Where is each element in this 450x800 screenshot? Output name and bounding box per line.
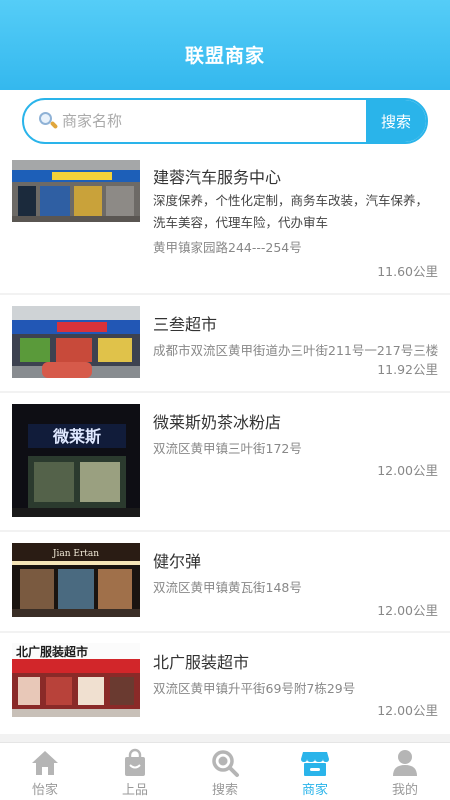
- search-box: 搜索: [22, 98, 428, 144]
- merchant-item[interactable]: Jian Ertan 健尔弹 双流区黄甲镇黄瓦街148号 12.00公里: [0, 532, 450, 631]
- person-icon: [393, 750, 417, 776]
- bottom-tab-bar: 怡家 上品 搜索 商家 我的: [0, 742, 450, 800]
- merchant-address: 双流区黄甲镇升平街69号附7栋29号: [153, 681, 356, 696]
- search-input[interactable]: [62, 112, 342, 130]
- merchant-photo: [12, 160, 140, 222]
- tab-label: 上品: [121, 783, 148, 798]
- tab-home[interactable]: 怡家: [0, 743, 90, 800]
- merchant-distance: 11.60公里: [377, 264, 438, 279]
- merchant-item[interactable]: 北广服装超市 北广服装超市 双流区黄甲镇升平街69号附7栋29号 12.00公里: [0, 633, 450, 734]
- search-bar: 搜索: [0, 90, 450, 152]
- merchant-item[interactable]: 微莱斯 微莱斯奶茶冰粉店 双流区黄甲镇三叶街172号 12.00公里: [0, 393, 450, 530]
- store-sign-text: 北广服装超市: [16, 644, 88, 659]
- magnifier-icon: [38, 111, 59, 131]
- merchant-address: 成都市双流区黄甲街道办三叶街211号一217号三楼: [153, 343, 439, 358]
- merchant-photo: 北广服装超市: [12, 643, 140, 717]
- merchant-name: 北广服装超市: [153, 653, 250, 672]
- tab-search[interactable]: 搜索: [180, 743, 270, 800]
- home-icon: [32, 751, 58, 775]
- search-input-area[interactable]: [24, 100, 366, 142]
- merchant-name: 微莱斯奶茶冰粉店: [153, 413, 282, 432]
- merchant-item[interactable]: 三叁超市 成都市双流区黄甲街道办三叶街211号一217号三楼 11.92公里: [0, 295, 450, 391]
- page-title: 联盟商家: [184, 45, 265, 67]
- tab-profile[interactable]: 我的: [360, 743, 450, 800]
- merchant-photo: 微莱斯: [12, 404, 140, 517]
- search-button[interactable]: 搜索: [366, 100, 426, 142]
- shopping-bag-icon: [125, 748, 145, 776]
- merchant-name: 健尔弹: [153, 552, 202, 571]
- merchant-address: 黄甲镇家园路244---254号: [153, 240, 302, 255]
- merchant-distance: 11.92公里: [377, 362, 438, 377]
- merchant-distance: 12.00公里: [377, 703, 438, 718]
- tab-label: 搜索: [211, 783, 238, 798]
- search-icon: [212, 750, 239, 777]
- merchant-photo: [12, 306, 140, 378]
- merchant-distance: 12.00公里: [377, 603, 438, 618]
- store-sign-text: 微莱斯: [52, 427, 101, 446]
- app-header: 联盟商家: [0, 0, 450, 90]
- merchant-photo: Jian Ertan: [12, 543, 140, 617]
- merchant-address: 双流区黄甲镇三叶街172号: [153, 441, 302, 456]
- store-sign-text: Jian Ertan: [52, 549, 99, 559]
- tab-label: 商家: [301, 783, 328, 798]
- merchant-distance: 12.00公里: [377, 463, 438, 478]
- tab-products[interactable]: 上品: [90, 743, 180, 800]
- merchant-item[interactable]: 建蓉汽车服务中心 深度保养，个性化定制，商务车改装，汽车保养，洗车美容，代理车险…: [0, 152, 450, 293]
- tab-merchants[interactable]: 商家: [270, 743, 360, 800]
- merchant-address: 双流区黄甲镇黄瓦街148号: [153, 580, 302, 595]
- tab-label: 我的: [391, 783, 418, 798]
- merchant-description: 深度保养，个性化定制，商务车改装，汽车保养，洗车美容，代理车险，代办审车: [153, 193, 429, 230]
- merchant-name: 三叁超市: [153, 315, 218, 334]
- merchant-name: 建蓉汽车服务中心: [153, 168, 282, 187]
- tab-label: 怡家: [31, 783, 58, 798]
- shop-icon: [301, 752, 329, 776]
